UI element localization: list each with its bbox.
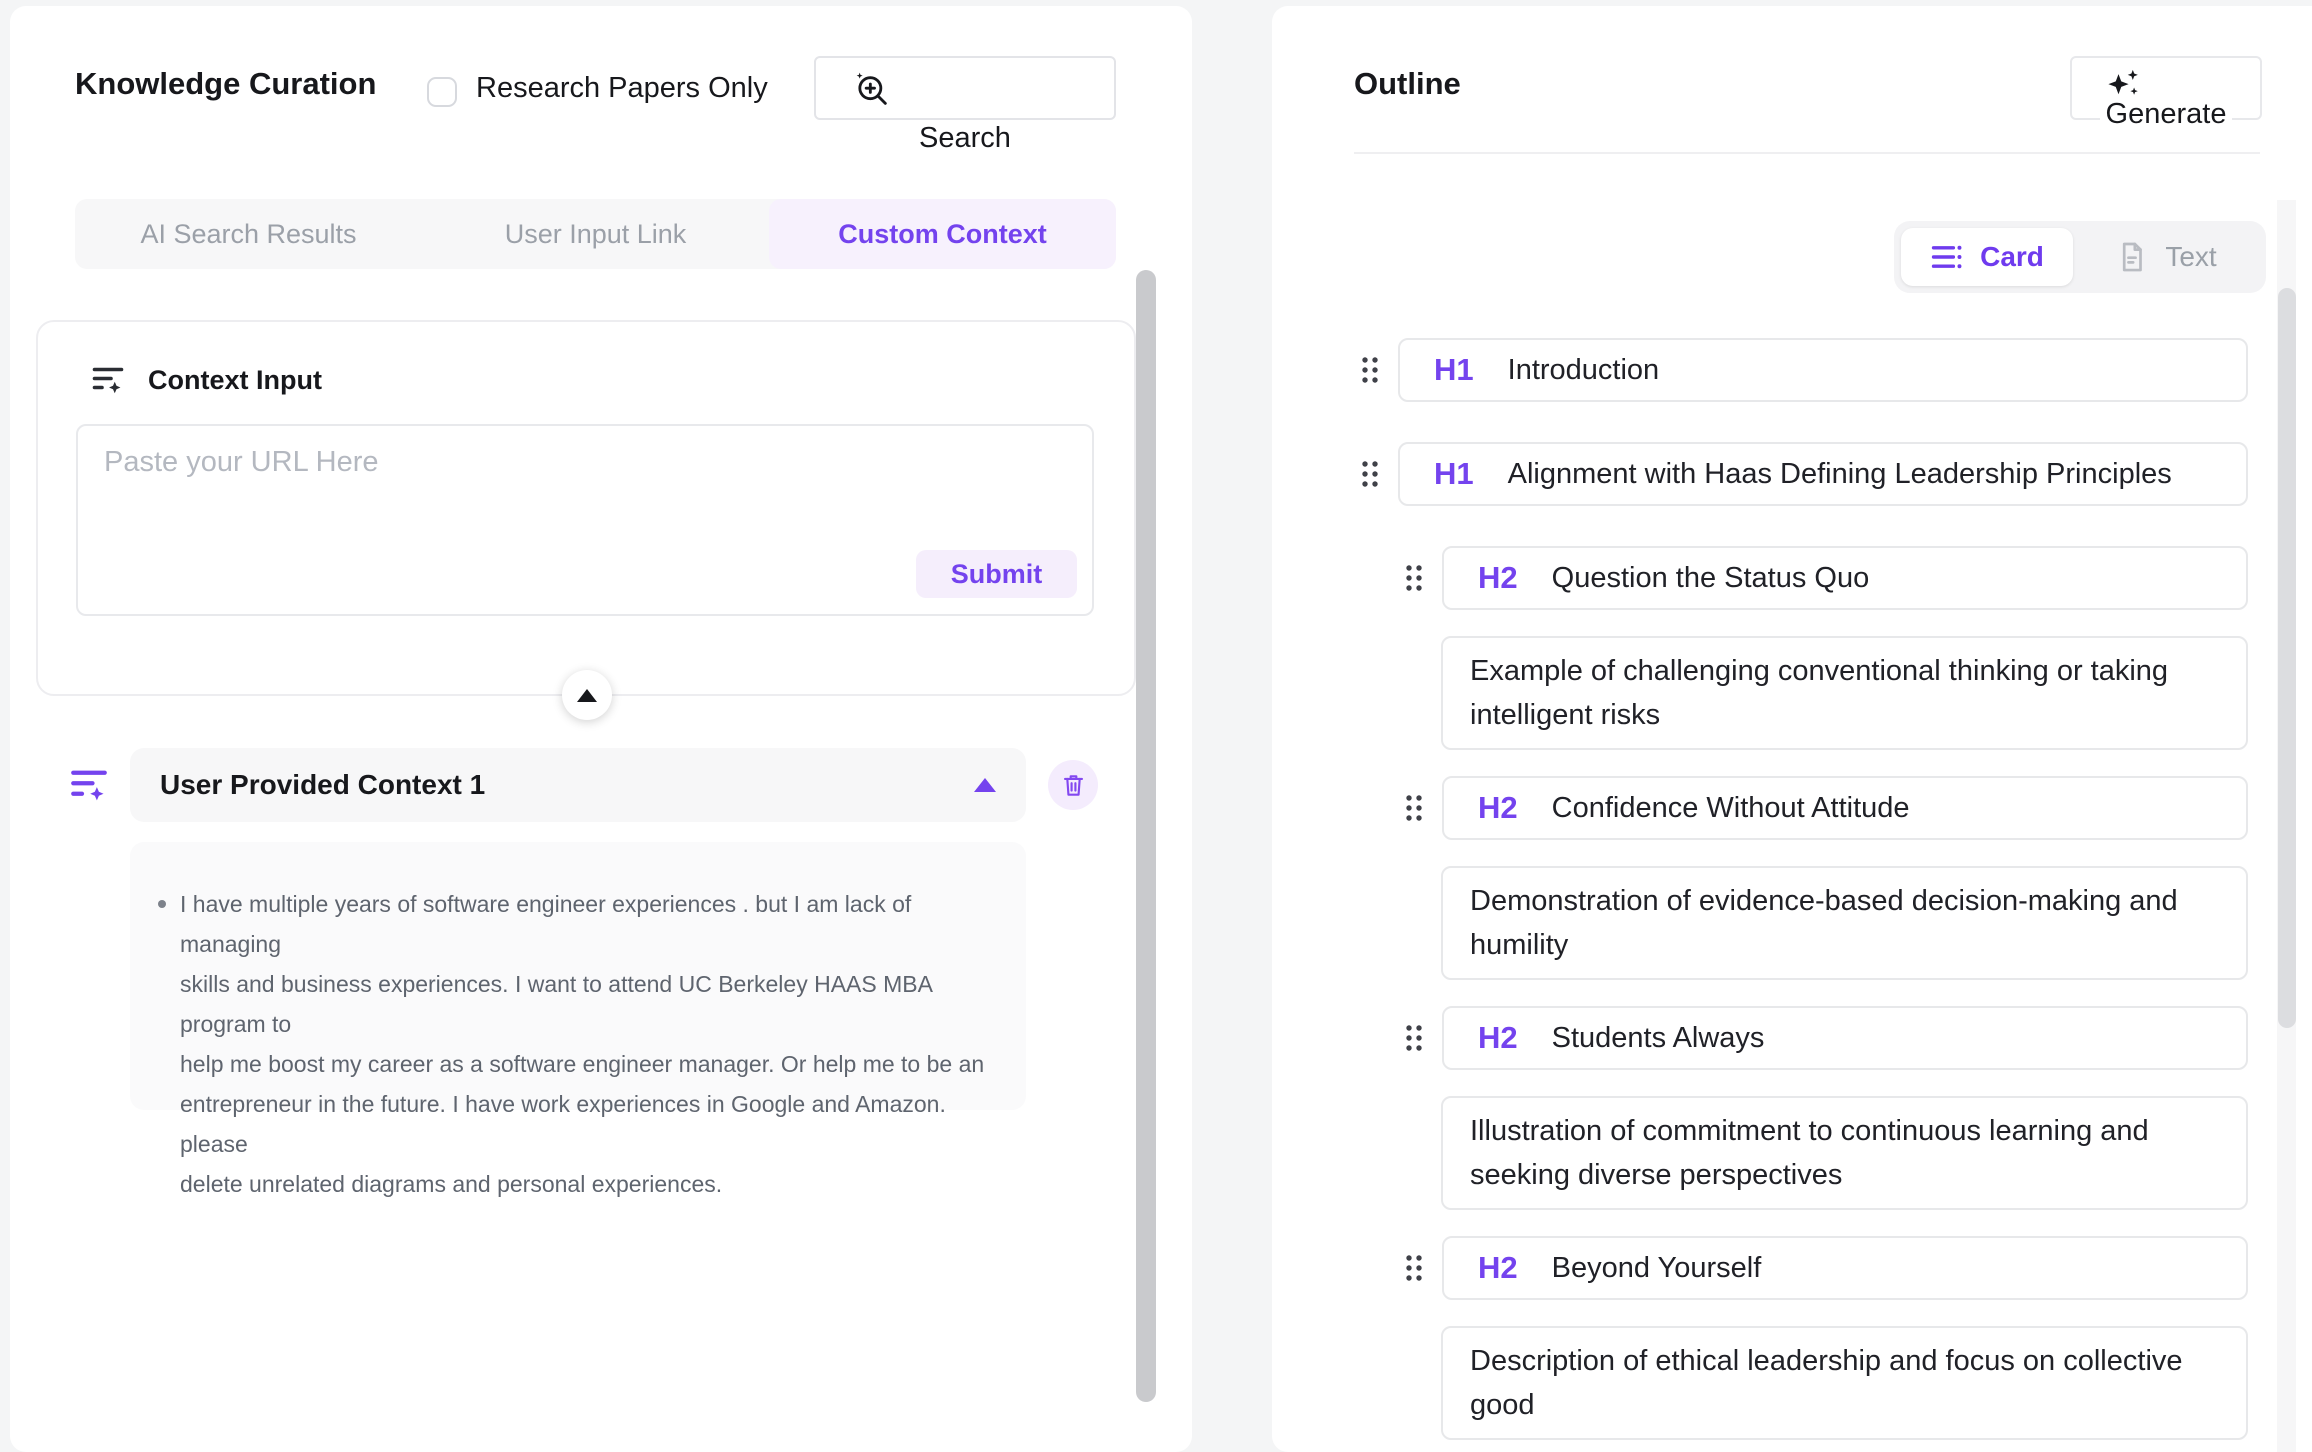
heading-text: Question the Status Quo (1552, 562, 1870, 595)
outline-row: Description of ethical leadership and fo… (1272, 1326, 2312, 1440)
drag-handle-icon[interactable] (1402, 1022, 1426, 1054)
context-input-card: Context Input Submit (36, 320, 1136, 696)
outline-description-card[interactable]: Illustration of commitment to continuous… (1441, 1096, 2248, 1210)
outline-heading-card[interactable]: H1 Introduction (1398, 338, 2248, 402)
heading-text: Introduction (1508, 354, 1660, 387)
magnifier-plus-sparkle-icon (852, 69, 892, 109)
search-button-label[interactable]: Search (814, 122, 1116, 155)
context-input-title: Context Input (148, 365, 322, 396)
submit-button[interactable]: Submit (916, 550, 1077, 598)
chevron-up-icon (577, 689, 597, 702)
divider (1354, 152, 2260, 154)
chevron-up-icon[interactable] (974, 778, 996, 792)
outline-description-card[interactable]: Example of challenging conventional thin… (1441, 636, 2248, 750)
outline-row: H2 Question the Status Quo (1272, 546, 2312, 610)
user-provided-context-body: I have multiple years of software engine… (130, 842, 1026, 1110)
outline-row: Illustration of commitment to continuous… (1272, 1096, 2312, 1210)
view-toggle: Card Text (1894, 221, 2266, 293)
source-tabs: AI Search Results User Input Link Custom… (75, 199, 1116, 269)
research-papers-label: Research Papers Only (476, 72, 768, 105)
heading-text: Confidence Without Attitude (1552, 792, 1910, 825)
page-title: Knowledge Curation (75, 66, 376, 102)
outline-title: Outline (1354, 66, 1461, 102)
heading-level-badge: H2 (1478, 790, 1518, 826)
context-body-text: I have multiple years of software engine… (180, 884, 986, 1110)
outline-description-card[interactable]: Demonstration of evidence-based decision… (1441, 866, 2248, 980)
outline-row: H2 Beyond Yourself (1272, 1236, 2312, 1300)
outline-row: H2 Students Always (1272, 1006, 2312, 1070)
heading-text: Beyond Yourself (1552, 1252, 1762, 1285)
heading-level-badge: H1 (1434, 352, 1474, 388)
outline-row: Demonstration of evidence-based decision… (1272, 866, 2312, 980)
outline-scrollbar-thumb[interactable] (2278, 288, 2296, 1028)
list-star-icon (90, 362, 126, 398)
toggle-text-view[interactable]: Text (2073, 228, 2259, 286)
heading-text: Students Always (1552, 1022, 1765, 1055)
outline-heading-card[interactable]: H2 Beyond Yourself (1442, 1236, 2248, 1300)
heading-text: Alignment with Haas Defining Leadership … (1508, 458, 2172, 491)
document-icon (2115, 240, 2149, 274)
bullet-icon (158, 900, 166, 908)
outline-heading-card[interactable]: H1 Alignment with Haas Defining Leadersh… (1398, 442, 2248, 506)
outline-row: Example of challenging conventional thin… (1272, 636, 2312, 750)
tab-custom-context[interactable]: Custom Context (769, 199, 1116, 269)
research-papers-checkbox[interactable] (427, 77, 457, 107)
drag-handle-icon[interactable] (1358, 354, 1382, 386)
drag-handle-icon[interactable] (1402, 792, 1426, 824)
tab-user-input-link[interactable]: User Input Link (422, 199, 769, 269)
outline-row: H1 Alignment with Haas Defining Leadersh… (1272, 442, 2312, 506)
tab-ai-search-results[interactable]: AI Search Results (75, 199, 422, 269)
card-list-icon (1930, 240, 1964, 274)
delete-context-button[interactable] (1048, 760, 1098, 810)
outline-list: H1 Introduction H1 Alignment with Haas D… (1272, 338, 2312, 1452)
outline-heading-card[interactable]: H2 Confidence Without Attitude (1442, 776, 2248, 840)
drag-handle-icon[interactable] (1358, 458, 1382, 490)
list-star-icon (68, 764, 110, 806)
drag-handle-icon[interactable] (1402, 1252, 1426, 1284)
trash-icon (1060, 772, 1087, 799)
outline-panel: Outline Generate Card (1272, 6, 2312, 1452)
outline-row: H1 Introduction (1272, 338, 2312, 402)
collapse-context-input-button[interactable] (562, 670, 612, 720)
heading-level-badge: H1 (1434, 456, 1474, 492)
drag-handle-icon[interactable] (1402, 562, 1426, 594)
left-panel-scrollbar-thumb[interactable] (1136, 270, 1156, 1402)
outline-heading-card[interactable]: H2 Students Always (1442, 1006, 2248, 1070)
heading-level-badge: H2 (1478, 1250, 1518, 1286)
user-provided-context-header[interactable]: User Provided Context 1 (130, 748, 1026, 822)
toggle-card-view[interactable]: Card (1901, 228, 2073, 286)
heading-level-badge: H2 (1478, 560, 1518, 596)
outline-heading-card[interactable]: H2 Question the Status Quo (1442, 546, 2248, 610)
user-provided-context-title: User Provided Context 1 (160, 769, 485, 801)
search-button[interactable] (814, 56, 1116, 120)
outline-description-card[interactable]: Description of ethical leadership and fo… (1441, 1326, 2248, 1440)
heading-level-badge: H2 (1478, 1020, 1518, 1056)
outline-row: H2 Confidence Without Attitude (1272, 776, 2312, 840)
knowledge-curation-panel: Knowledge Curation Research Papers Only … (10, 6, 1192, 1452)
generate-button-label[interactable]: Generate (2070, 98, 2262, 131)
